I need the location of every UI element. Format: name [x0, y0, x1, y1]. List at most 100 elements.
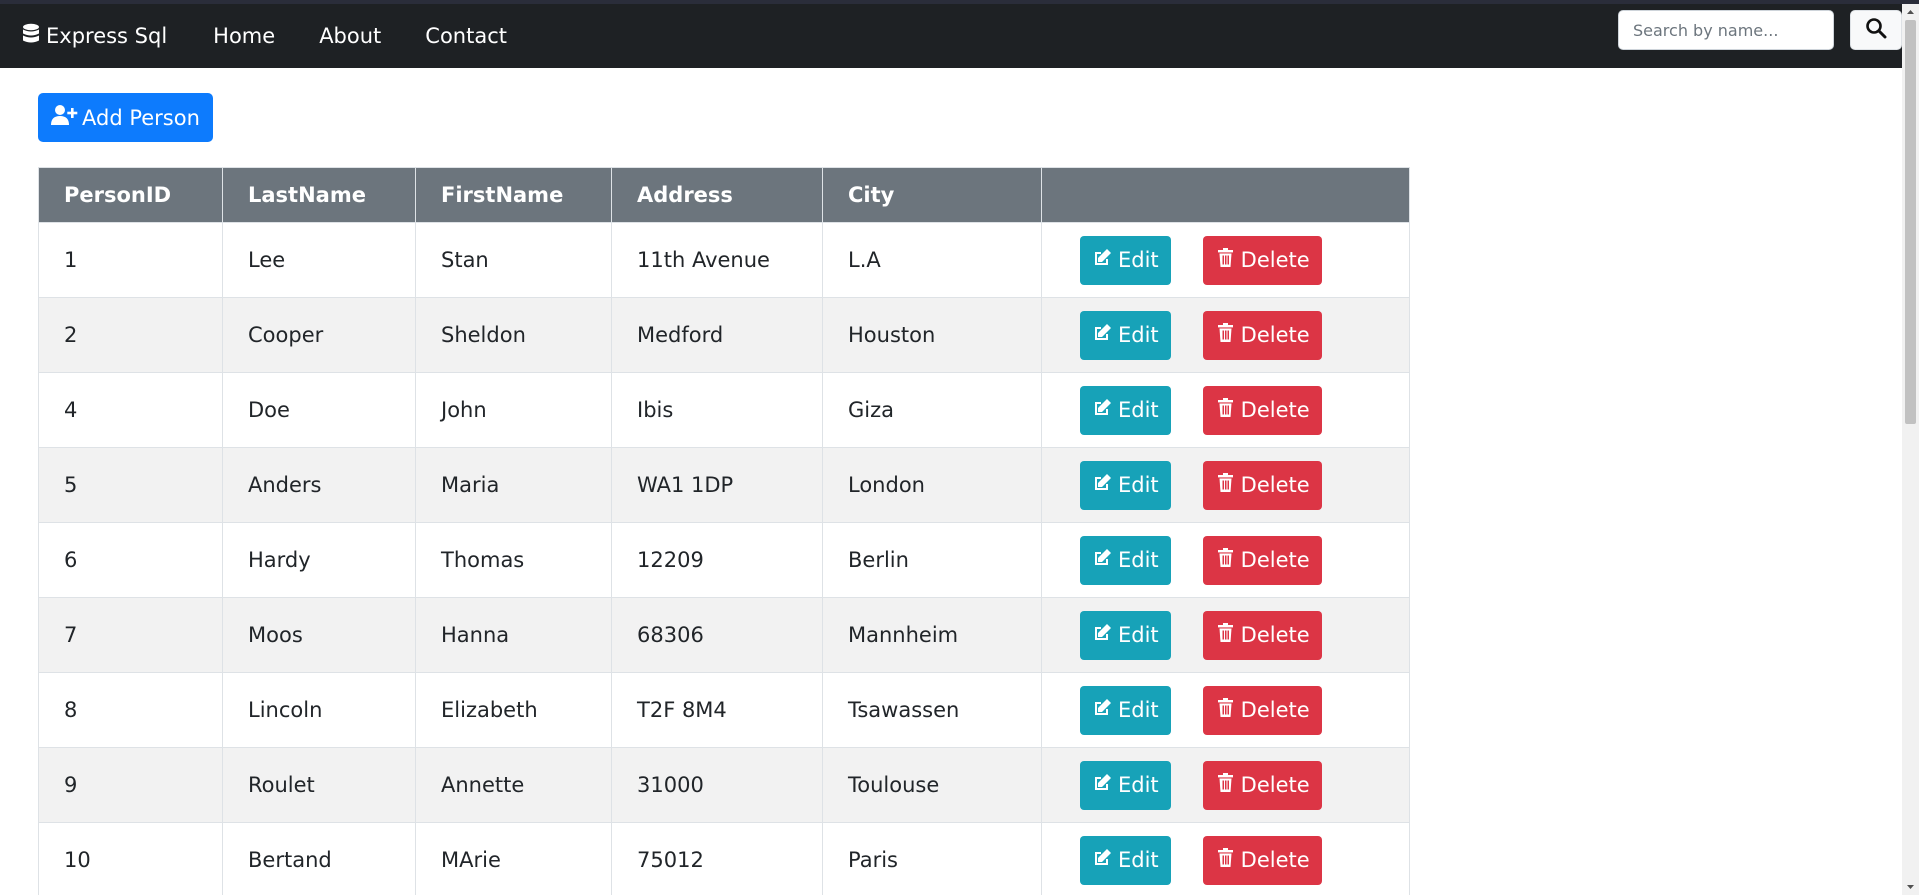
search-button[interactable] [1850, 10, 1902, 50]
cell-firstname: Elizabeth [415, 672, 612, 748]
edit-label: Edit [1118, 773, 1159, 797]
cell-actions: Edit Delete [1041, 222, 1410, 298]
table-row: 9 Roulet Annette 31000 Toulouse Edit Delete [38, 747, 1410, 823]
delete-button[interactable]: Delete [1202, 760, 1322, 810]
nav-link-about[interactable]: About [297, 24, 403, 48]
cell-personid: 1 [38, 222, 223, 298]
nav-link-home[interactable]: Home [191, 24, 297, 48]
cell-personid: 2 [38, 297, 223, 373]
trash-icon [1215, 622, 1241, 648]
cell-firstname: MArie [415, 822, 612, 895]
edit-button[interactable]: Edit [1080, 535, 1171, 585]
header-city: City [822, 167, 1042, 223]
edit-button[interactable]: Edit [1080, 235, 1171, 285]
delete-button[interactable]: Delete [1202, 535, 1322, 585]
scroll-down-arrow-icon[interactable] [1902, 878, 1919, 895]
delete-button[interactable]: Delete [1202, 235, 1322, 285]
table-row: 6 Hardy Thomas 12209 Berlin Edit Delete [38, 522, 1410, 598]
delete-button[interactable]: Delete [1202, 610, 1322, 660]
trash-icon [1215, 547, 1241, 573]
edit-icon [1092, 247, 1118, 273]
delete-label: Delete [1240, 773, 1310, 797]
delete-label: Delete [1240, 398, 1310, 422]
edit-label: Edit [1118, 473, 1159, 497]
search-icon [1865, 17, 1887, 43]
edit-label: Edit [1118, 548, 1159, 572]
table-row: 1 Lee Stan 11th Avenue L.A Edit Delete [38, 222, 1410, 298]
add-person-button[interactable]: Add Person [38, 93, 213, 142]
cell-firstname: Hanna [415, 597, 612, 673]
edit-button[interactable]: Edit [1080, 460, 1171, 510]
edit-label: Edit [1118, 398, 1159, 422]
cell-personid: 9 [38, 747, 223, 823]
cell-personid: 7 [38, 597, 223, 673]
delete-label: Delete [1240, 473, 1310, 497]
cell-city: Tsawassen [822, 672, 1042, 748]
search-form [1618, 10, 1902, 50]
search-input[interactable] [1618, 10, 1834, 50]
cell-firstname: Sheldon [415, 297, 612, 373]
edit-button[interactable]: Edit [1080, 760, 1171, 810]
edit-icon [1092, 547, 1118, 573]
edit-icon [1092, 697, 1118, 723]
scrollbar-thumb[interactable] [1905, 20, 1916, 424]
edit-button[interactable]: Edit [1080, 610, 1171, 660]
table-row: 4 Doe John Ibis Giza Edit Delete [38, 372, 1410, 448]
cell-firstname: Stan [415, 222, 612, 298]
cell-city: Berlin [822, 522, 1042, 598]
delete-button[interactable]: Delete [1202, 310, 1322, 360]
table-row: 8 Lincoln Elizabeth T2F 8M4 Tsawassen Edit Del… [38, 672, 1410, 748]
trash-icon [1215, 397, 1241, 423]
cell-actions: Edit Delete [1041, 747, 1410, 823]
navbar: Express Sql Home About Contact [0, 4, 1902, 68]
cell-city: Paris [822, 822, 1042, 895]
delete-button[interactable]: Delete [1202, 385, 1322, 435]
cell-personid: 4 [38, 372, 223, 448]
delete-label: Delete [1240, 848, 1310, 872]
cell-firstname: Thomas [415, 522, 612, 598]
edit-label: Edit [1118, 248, 1159, 272]
delete-label: Delete [1240, 698, 1310, 722]
edit-button[interactable]: Edit [1080, 310, 1171, 360]
scroll-up-arrow-icon[interactable] [1902, 4, 1919, 21]
delete-button[interactable]: Delete [1202, 685, 1322, 735]
navbar-brand[interactable]: Express Sql [22, 23, 167, 50]
edit-icon [1092, 772, 1118, 798]
cell-lastname: Doe [222, 372, 416, 448]
edit-label: Edit [1118, 848, 1159, 872]
brand-label: Express Sql [46, 24, 168, 48]
delete-button[interactable]: Delete [1202, 460, 1322, 510]
edit-icon [1092, 322, 1118, 348]
cell-lastname: Anders [222, 447, 416, 523]
cell-firstname: Maria [415, 447, 612, 523]
nav-links: Home About Contact [191, 24, 529, 48]
cell-city: London [822, 447, 1042, 523]
cell-address: T2F 8M4 [611, 672, 823, 748]
trash-icon [1215, 472, 1241, 498]
cell-actions: Edit Delete [1041, 522, 1410, 598]
header-personid: PersonID [38, 167, 223, 223]
cell-personid: 5 [38, 447, 223, 523]
vertical-scrollbar[interactable] [1902, 4, 1919, 895]
cell-lastname: Lee [222, 222, 416, 298]
cell-actions: Edit Delete [1041, 297, 1410, 373]
cell-city: Mannheim [822, 597, 1042, 673]
table-row: 5 Anders Maria WA1 1DP London Edit Delete [38, 447, 1410, 523]
delete-button[interactable]: Delete [1202, 835, 1322, 885]
nav-link-contact[interactable]: Contact [403, 24, 529, 48]
cell-actions: Edit Delete [1041, 597, 1410, 673]
cell-firstname: Annette [415, 747, 612, 823]
edit-button[interactable]: Edit [1080, 835, 1171, 885]
header-lastname: LastName [222, 167, 416, 223]
delete-label: Delete [1240, 323, 1310, 347]
header-firstname: FirstName [415, 167, 612, 223]
edit-button[interactable]: Edit [1080, 685, 1171, 735]
table-row: 2 Cooper Sheldon Medford Houston Edit Delete [38, 297, 1410, 373]
delete-label: Delete [1240, 623, 1310, 647]
cell-actions: Edit Delete [1041, 822, 1410, 895]
cell-city: L.A [822, 222, 1042, 298]
cell-address: 68306 [611, 597, 823, 673]
cell-lastname: Hardy [222, 522, 416, 598]
edit-button[interactable]: Edit [1080, 385, 1171, 435]
user-plus-icon [51, 104, 82, 131]
